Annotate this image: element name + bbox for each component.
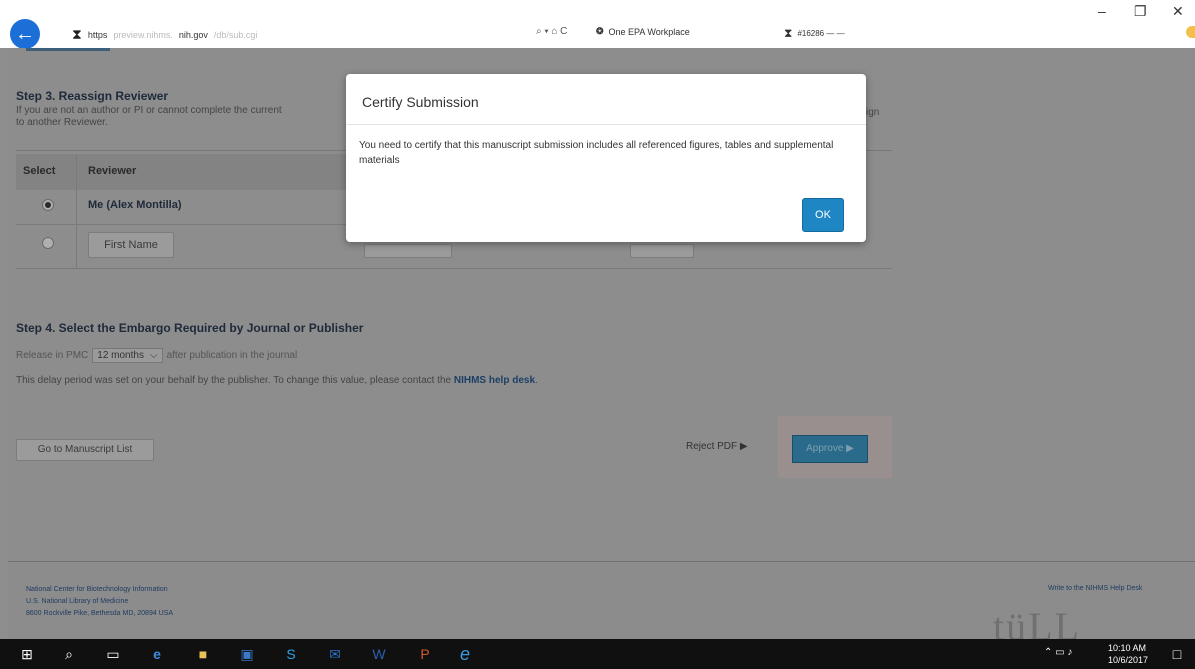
tab-ticket-title: #16286 — — [797,29,845,38]
dialog-title: Certify Submission [362,94,479,110]
release-row: Release in PMC 12 months ⌵ after publica… [16,348,297,363]
last-name-field[interactable] [364,244,452,258]
ok-button[interactable]: OK [802,198,844,232]
embargo-select-value: 12 months [97,350,144,361]
footer-nlm-link[interactable]: U.S. National Library of Medicine [26,598,128,605]
release-suffix: after publication in the journal [166,350,298,361]
step3-heading: Step 3. Reassign Reviewer [16,89,169,103]
task-view-icon[interactable]: ▭ [104,645,122,663]
reject-pdf-button[interactable]: Reject PDF ▶ [686,441,748,452]
certify-submission-dialog: Certify Submission You need to certify t… [346,74,866,242]
go-to-manuscript-list-button[interactable]: Go to Manuscript List [16,439,154,461]
delay-text: This delay period was set on your behalf… [16,375,538,386]
help-desk-link[interactable]: NIHMS help desk [454,375,535,386]
step3-text: If you are not an author or PI or cannot… [16,105,356,129]
edge-browser-icon[interactable]: e [148,645,166,663]
table-bottom-border [16,268,892,269]
outlook-icon[interactable]: ✉ [326,645,344,663]
back-arrow-icon[interactable]: ← [10,19,40,49]
step3-text-line1: If you are not an author or PI or cannot… [16,105,282,116]
embargo-select[interactable]: 12 months ⌵ [92,348,163,363]
delay-text-body: This delay period was set on your behalf… [16,375,452,386]
active-nav-underline [26,48,110,51]
store-icon[interactable]: ▣ [238,645,256,663]
url-host-faint: preview.nihms. [113,29,173,40]
word-icon[interactable]: W [370,645,388,663]
tab-ticket[interactable]: ⧗ #16286 — — [784,26,845,41]
chevron-down-icon: ⌵ [149,350,158,361]
url-host: nih.gov [178,29,208,40]
file-explorer-icon[interactable]: ■ [194,645,212,663]
reviewer-me-label: Me (Alex Montilla) [88,199,182,211]
reviewer-radio-other[interactable] [42,237,54,249]
feedback-smiley-icon[interactable] [1186,26,1195,38]
dialog-message: You need to certify that this manuscript… [359,140,834,166]
release-prefix: Release in PMC [16,350,89,361]
windows-taskbar: ⊞ ⌕ ▭ e ■ ▣ S ✉ W P e ⌃ ▭ ♪ 10:10 AM 10/… [0,639,1195,669]
approve-button[interactable]: Approve ▶ [792,435,868,463]
column-header-reviewer: Reviewer [88,165,137,177]
first-name-field[interactable]: First Name [88,232,174,258]
delay-text-end: . [535,375,538,386]
step4-heading: Step 4. Select the Embargo Required by J… [16,321,364,335]
dialog-divider [346,124,866,125]
internet-explorer-icon[interactable]: e [456,645,474,663]
reviewer-table-header [16,154,354,190]
minimize-icon[interactable]: – [1098,3,1106,19]
epa-icon: ❂ [596,26,604,36]
clock-date: 10/6/2017 [1108,655,1149,665]
step3-text-tail: ign [866,107,880,118]
url-path: /db/sub.cgi [213,29,258,40]
footer-help-desk-link[interactable]: Write to the NIHMS Help Desk [1048,585,1142,592]
reviewer-radio-me[interactable] [42,199,54,211]
clock-time: 10:10 AM [1108,643,1147,653]
system-tray-icons[interactable]: ⌃ ▭ ♪ [1044,647,1072,658]
tab-one-epa-title: One EPA Workplace [608,26,690,37]
footer-street: 8600 Rockville Pike, Bethesda MD, 20894 … [26,610,174,617]
column-header-select: Select [23,165,56,177]
windows-start-icon[interactable]: ⊞ [18,645,36,663]
hourglass-icon: ⧗ [784,26,793,40]
step3-text-line2: to another Reviewer. [16,117,108,128]
powerpoint-icon[interactable]: P [416,645,434,663]
address-actions[interactable]: ⌕ ▾ ⌂ C [536,26,567,37]
search-icon[interactable]: ⌕ [60,645,78,663]
url-prefix: https [87,29,108,40]
skype-icon[interactable]: S [282,645,300,663]
address-bar[interactable]: ⧗ https preview.nihms. nih.gov /db/sub.c… [72,26,257,43]
notifications-icon[interactable]: □ [1168,645,1186,663]
hourglass-icon: ⧗ [72,26,82,42]
close-icon[interactable]: ✕ [1172,3,1184,20]
row-divider [16,224,356,225]
footer-ncbi-link[interactable]: National Center for Biotechnology Inform… [26,586,168,593]
taskbar-clock[interactable]: 10:10 AM 10/6/2017 [1108,642,1148,666]
footer-address: National Center for Biotechnology Inform… [26,584,173,620]
restore-icon[interactable]: ❐ [1134,3,1147,20]
column-divider [76,154,77,268]
email-field[interactable] [630,244,694,258]
browser-chrome: ← ⧗ https preview.nihms. nih.gov /db/sub… [0,0,1195,49]
tab-one-epa[interactable]: ❂ One EPA Workplace [596,26,690,37]
